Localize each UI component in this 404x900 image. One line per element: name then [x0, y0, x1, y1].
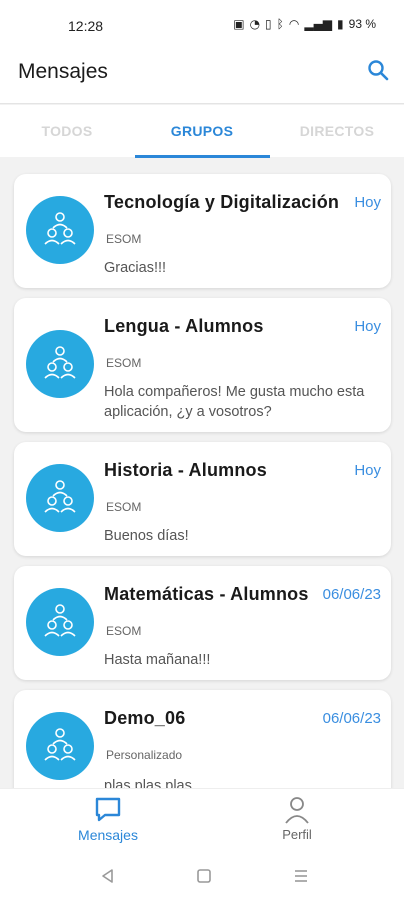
wifi-icon: ◠ — [288, 17, 300, 31]
chat-title: Demo_06 — [104, 708, 186, 728]
chat-bubble-icon — [95, 797, 121, 822]
chat-subtitle: ESOM — [106, 356, 142, 370]
chat-date: Hoy — [354, 462, 381, 479]
group-icon — [44, 480, 76, 513]
chat-date: 06/06/23 — [322, 586, 381, 603]
bottom-nav: Mensajes Perfil — [0, 788, 404, 854]
group-icon — [44, 728, 76, 761]
group-icon — [44, 212, 76, 245]
chat-card[interactable]: Historia - Alumnos Hoy ESOM Buenos días! — [14, 442, 391, 556]
nav-messages-label: Mensajes — [78, 827, 138, 843]
chat-last-message: Buenos días! — [104, 528, 189, 544]
battery-percent: 93 % — [348, 17, 376, 31]
chat-subtitle: Personalizado — [106, 748, 183, 762]
status-time: 12:28 — [68, 18, 104, 34]
vibrate-icon: ▯ — [265, 17, 272, 31]
group-avatar — [26, 196, 94, 264]
chat-card[interactable]: Tecnología y Digitalización Hoy ESOM Gra… — [14, 174, 391, 288]
signal-icon: ▂▄▆ — [304, 17, 333, 31]
chat-last-message: plas plas plas — [104, 778, 192, 788]
chat-title: Tecnología y Digitalización — [104, 192, 340, 212]
nav-profile-label: Perfil — [282, 827, 312, 842]
tab-grupos[interactable]: GRUPOS — [135, 123, 269, 139]
chat-list[interactable]: Tecnología y Digitalización Hoy ESOM Gra… — [0, 158, 404, 788]
chat-last-message: Hasta mañana!!! — [104, 652, 211, 668]
group-avatar — [26, 588, 94, 656]
group-icon — [44, 346, 76, 379]
person-icon — [285, 797, 309, 824]
chat-date: Hoy — [354, 318, 381, 335]
chat-card[interactable]: Matemáticas - Alumnos 06/06/23 ESOM Hast… — [14, 566, 391, 680]
group-avatar — [26, 712, 94, 780]
chat-date: 06/06/23 — [322, 710, 381, 727]
group-icon — [44, 604, 76, 637]
chat-subtitle: ESOM — [106, 232, 142, 246]
chat-last-message: Gracias!!! — [104, 260, 167, 276]
nfc-icon: ▣ — [233, 17, 245, 31]
chat-card[interactable]: Demo_06 06/06/23 Personalizado plas plas… — [14, 690, 391, 788]
nav-messages[interactable]: Mensajes — [48, 795, 168, 843]
chat-title: Lengua - Alumnos — [104, 316, 264, 336]
chat-title: Historia - Alumnos — [104, 460, 267, 480]
chat-date: Hoy — [354, 194, 381, 211]
back-icon[interactable] — [98, 866, 118, 886]
app-bar: Mensajes — [0, 52, 404, 104]
tab-directos[interactable]: DIRECTOS — [270, 123, 404, 139]
bluetooth-icon: ᛒ — [276, 17, 284, 31]
page-title: Mensajes — [18, 60, 108, 83]
group-avatar — [26, 330, 94, 398]
chat-last-message: Hola compañeros! Me gusta mucho esta apl… — [104, 384, 365, 420]
alarm-icon: ◔ — [249, 17, 261, 31]
group-avatar — [26, 464, 94, 532]
battery-icon: ▮ — [337, 17, 344, 31]
system-nav-bar — [0, 854, 404, 900]
status-bar: 12:28 ▣ ◔ ▯ ᛒ ◠ ▂▄▆ ▮ 93 % — [0, 0, 404, 52]
tab-bar: TODOS GRUPOS DIRECTOS — [0, 105, 404, 157]
home-icon[interactable] — [194, 866, 214, 886]
search-icon[interactable] — [366, 58, 390, 82]
chat-subtitle: ESOM — [106, 500, 142, 514]
menu-icon[interactable] — [291, 866, 311, 886]
chat-subtitle: ESOM — [106, 624, 142, 638]
chat-card[interactable]: Lengua - Alumnos Hoy ESOM Hola compañero… — [14, 298, 391, 432]
nav-profile[interactable]: Perfil — [237, 795, 357, 842]
tab-todos[interactable]: TODOS — [0, 123, 134, 139]
status-icons: ▣ ◔ ▯ ᛒ ◠ ▂▄▆ ▮ 93 % — [233, 17, 376, 31]
chat-title: Matemáticas - Alumnos — [104, 584, 309, 604]
